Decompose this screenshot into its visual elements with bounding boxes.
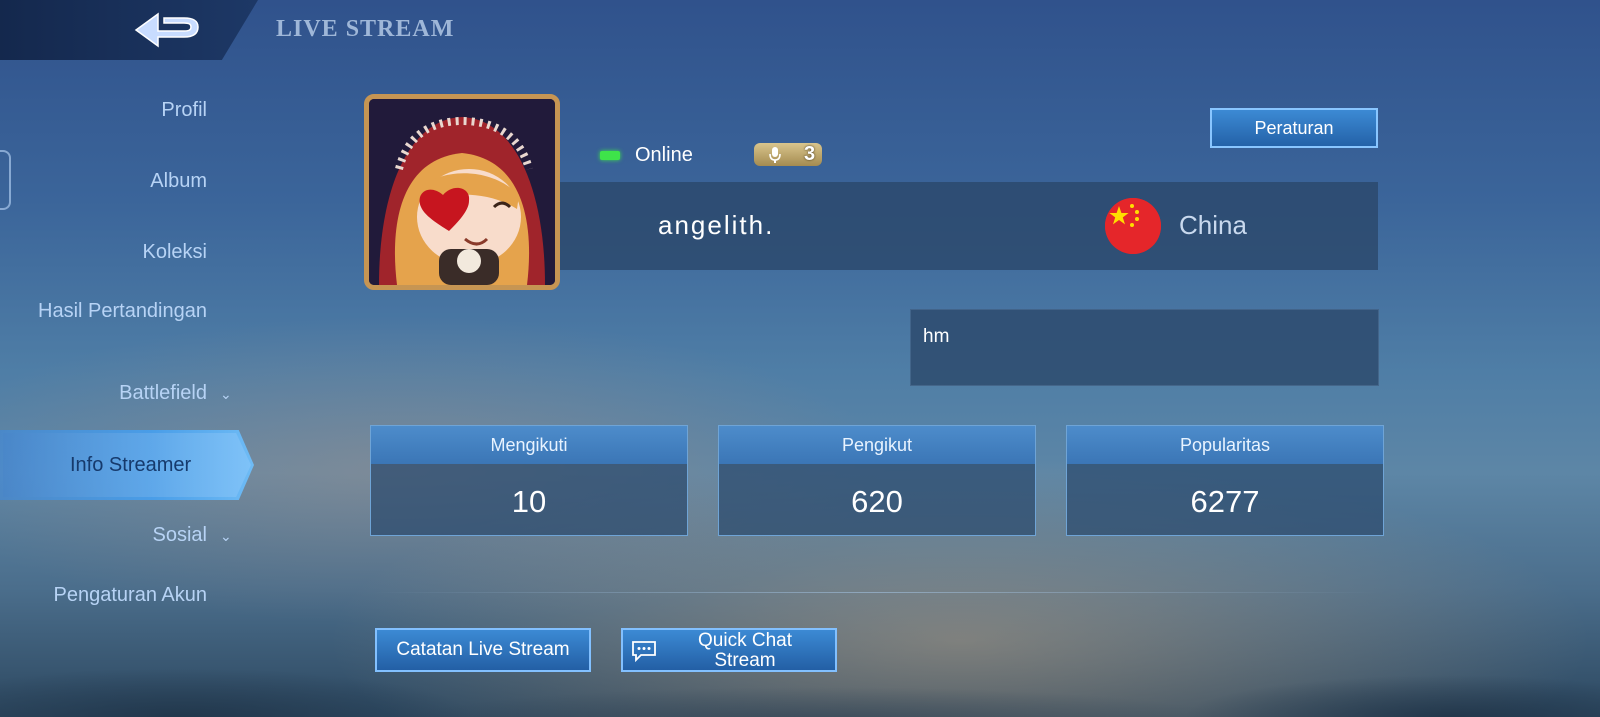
page-title: LIVE STREAM xyxy=(276,16,455,42)
quick-chat-stream-button[interactable]: Quick Chat Stream xyxy=(621,628,837,672)
section-divider xyxy=(370,592,1380,593)
rules-button[interactable]: Peraturan xyxy=(1210,108,1378,148)
player-name-panel: angelith. China xyxy=(560,182,1378,270)
stat-mengikuti[interactable]: Mengikuti 10 xyxy=(370,425,688,536)
stat-popularitas: Popularitas 6277 xyxy=(1066,425,1384,536)
online-status-indicator xyxy=(600,151,620,160)
side-drawer-handle[interactable] xyxy=(0,150,11,210)
live-stream-history-button[interactable]: Catatan Live Stream xyxy=(375,628,591,672)
online-status-label: Online xyxy=(635,144,693,166)
sidebar-item-pengaturan-akun[interactable]: Pengaturan Akun xyxy=(47,584,207,606)
avatar[interactable] xyxy=(364,94,560,290)
avatar-portrait-image xyxy=(369,99,555,285)
stat-value: 620 xyxy=(851,484,903,519)
microphone-icon xyxy=(769,147,781,163)
back-button[interactable] xyxy=(128,8,206,52)
sidebar-item-sosial[interactable]: Sosial xyxy=(153,524,207,546)
chevron-down-icon: ⌄ xyxy=(220,386,232,402)
player-name: angelith. xyxy=(658,210,775,240)
country-label: China xyxy=(1179,210,1247,240)
chat-bubble-icon xyxy=(632,641,656,662)
stat-label: Pengikut xyxy=(719,426,1035,464)
back-arrow-icon xyxy=(134,12,199,48)
stat-value: 6277 xyxy=(1190,484,1260,519)
quick-chat-label: Quick Chat Stream xyxy=(698,630,792,671)
stat-label: Mengikuti xyxy=(371,426,687,464)
stat-pengikut[interactable]: Pengikut 620 xyxy=(718,425,1036,536)
sidebar-item-info-streamer[interactable]: Info Streamer xyxy=(0,430,254,500)
sidebar-item-koleksi[interactable]: Koleksi xyxy=(143,241,207,263)
china-flag-icon xyxy=(1105,198,1161,254)
sidebar-item-battlefield[interactable]: Battlefield xyxy=(119,382,207,404)
stat-label: Popularitas xyxy=(1067,426,1383,464)
sidebar-item-label: Info Streamer xyxy=(70,454,192,476)
sidebar-item-album[interactable]: Album xyxy=(150,170,207,192)
bio-text: hm xyxy=(910,309,1379,386)
sidebar-item-hasil-pertandingan[interactable]: Hasil Pertandingan xyxy=(17,300,207,322)
stat-value: 10 xyxy=(511,484,547,519)
mic-level-count: 3 xyxy=(804,143,816,165)
sidebar-item-profil[interactable]: Profil xyxy=(161,99,207,121)
chevron-down-icon: ⌄ xyxy=(220,528,232,544)
mic-level-badge: 3 xyxy=(754,143,822,166)
